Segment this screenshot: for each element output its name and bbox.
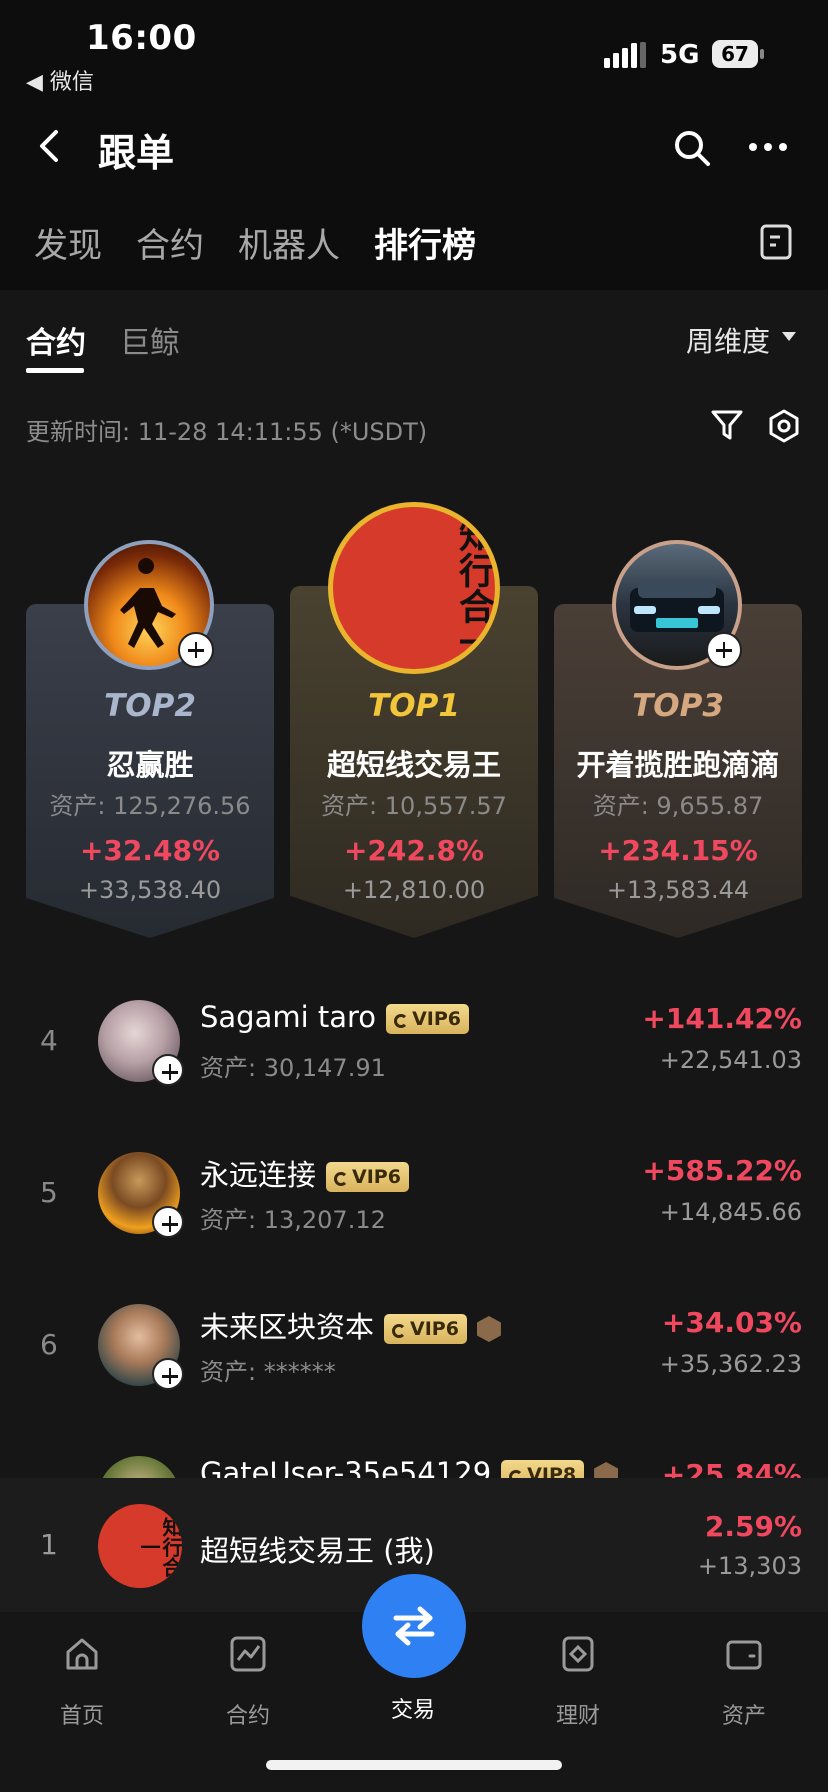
nav-assets[interactable]: 资产 <box>684 1634 804 1730</box>
list-item[interactable]: 5 永远连接 VIP6 资产: 13,207.12 +585.22% +14,84… <box>0 1132 828 1252</box>
podium-rank: TOP1 <box>368 688 460 724</box>
pnl-value: +22,541.03 <box>659 1046 802 1074</box>
home-icon <box>66 1638 98 1670</box>
wallet-icon <box>726 1640 762 1670</box>
podium-name: 开着揽胜跑滴滴 <box>576 748 780 782</box>
rank-number: 6 <box>40 1328 58 1361</box>
vip-level: VIP6 <box>412 1008 461 1030</box>
trader-name: 永远连接 VIP6 <box>200 1152 409 1194</box>
pnl-value: +14,845.66 <box>659 1198 802 1226</box>
my-avatar-calligraphy: 知行合一 <box>137 1517 182 1577</box>
follow-plus-icon[interactable] <box>706 632 742 668</box>
rank-number: 4 <box>40 1024 58 1057</box>
my-return-percent: 2.59% <box>704 1510 802 1543</box>
podium-rank: TOP2 <box>104 688 196 724</box>
tab-contract[interactable]: 合约 <box>136 218 204 267</box>
caret-down-icon[interactable] <box>782 332 796 341</box>
filter-icon[interactable] <box>710 408 744 442</box>
nav-contract[interactable]: 合约 <box>188 1634 308 1730</box>
tab-robot[interactable]: 机器人 <box>238 218 340 267</box>
follow-plus-icon[interactable] <box>178 632 214 668</box>
trader-assets: 资产: 13,207.12 <box>200 1206 386 1234</box>
medal-icon <box>476 1316 501 1342</box>
nav-label: 资产 <box>721 1704 766 1729</box>
top-tabs: 发现 合约 机器人 排行榜 <box>34 218 476 267</box>
vip-badge: VIP6 <box>386 1004 469 1034</box>
podium-assets: 资产: 9,655.87 <box>592 792 764 820</box>
podium-percent: +234.15% <box>598 834 758 867</box>
follow-plus-icon[interactable] <box>152 1206 184 1238</box>
update-time: 更新时间: 11-28 14:11:55 (*USDT) <box>26 418 428 446</box>
follow-plus-icon[interactable] <box>152 1358 184 1390</box>
trade-button[interactable] <box>362 1574 466 1678</box>
my-rank-number: 1 <box>40 1528 58 1561</box>
podium-pnl: +12,810.00 <box>342 876 486 904</box>
period-selector[interactable]: 周维度 <box>686 320 770 360</box>
trader-name: 未来区块资本 VIP6 <box>200 1304 501 1346</box>
list-item[interactable]: 6 未来区块资本 VIP6 资产: ****** +34.03% +35,362.… <box>0 1284 828 1404</box>
subtab-whale[interactable]: 巨鲸 <box>120 318 180 362</box>
status-time: 16:00 <box>86 18 197 58</box>
search-icon[interactable] <box>672 128 712 168</box>
podium-percent: +32.48% <box>79 834 221 867</box>
nav-home[interactable]: 首页 <box>22 1634 142 1730</box>
nav-label: 理财 <box>555 1704 600 1729</box>
trader-assets: 资产: 30,147.91 <box>200 1054 386 1082</box>
podium-rank: TOP3 <box>632 688 724 724</box>
nav-finance[interactable]: 理财 <box>518 1634 638 1730</box>
podium-assets: 资产: 125,276.56 <box>49 792 251 820</box>
podium-percent: +242.8% <box>343 834 485 867</box>
rank-number: 5 <box>40 1176 58 1209</box>
podium-name: 超短线交易王 <box>326 748 501 782</box>
return-percent: +585.22% <box>642 1154 802 1187</box>
podium-pnl: +33,538.40 <box>78 876 222 904</box>
trader-name-text: 永远连接 <box>200 1158 317 1192</box>
subtab-contract[interactable]: 合约 <box>26 318 86 362</box>
settings-icon[interactable] <box>766 408 802 444</box>
avatar-calligraphy: 知行合一 <box>453 516 495 660</box>
podium-assets: 资产: 10,557.57 <box>321 792 507 820</box>
page-title: 跟单 <box>98 131 175 175</box>
podium-name: 忍赢胜 <box>106 748 194 782</box>
subtab-underline <box>26 368 84 373</box>
signal-icon <box>604 42 646 68</box>
nav-label-trade[interactable]: 交易 <box>353 1692 473 1724</box>
trader-name-text: Sagami taro <box>200 1000 377 1034</box>
follow-plus-icon[interactable] <box>152 1054 184 1086</box>
trader-assets: 资产: ****** <box>200 1358 336 1386</box>
vip-level: VIP6 <box>410 1318 459 1340</box>
my-pnl-value: +13,303 <box>697 1552 802 1580</box>
list-item[interactable]: 4 Sagami taro VIP6 资产: 30,147.91 +141.42%… <box>0 980 828 1100</box>
network-indicator: 5G <box>660 40 700 70</box>
avatar-top1[interactable]: 知行合一 <box>328 502 500 674</box>
trader-name-text: 未来区块资本 <box>200 1310 375 1344</box>
chart-icon <box>230 1636 266 1672</box>
back-to-wechat-link[interactable]: ◀ 微信 <box>26 64 94 96</box>
more-icon[interactable] <box>748 140 788 154</box>
pnl-value: +35,362.23 <box>659 1350 802 1378</box>
vip-badge: VIP6 <box>384 1314 467 1344</box>
swap-icon <box>393 1606 435 1646</box>
return-percent: +141.42% <box>642 1002 802 1035</box>
vip-level: VIP6 <box>352 1166 401 1188</box>
my-name: 超短线交易王 (我) <box>200 1534 435 1568</box>
battery-icon: 67 <box>712 40 766 68</box>
tab-discover[interactable]: 发现 <box>34 218 102 267</box>
battery-level: 67 <box>712 40 758 68</box>
document-icon[interactable] <box>760 224 792 260</box>
podium-pnl: +13,583.44 <box>606 876 750 904</box>
nav-label: 合约 <box>225 1704 270 1729</box>
tab-leaderboard[interactable]: 排行榜 <box>374 218 476 267</box>
trader-name: Sagami taro VIP6 <box>200 1000 469 1034</box>
home-indicator[interactable] <box>266 1760 562 1770</box>
finance-icon <box>562 1636 594 1672</box>
my-avatar[interactable]: 知行合一 <box>98 1504 182 1588</box>
return-percent: +34.03% <box>661 1306 802 1339</box>
vip-badge: VIP6 <box>326 1162 409 1192</box>
nav-label: 首页 <box>59 1704 104 1729</box>
back-arrow-icon[interactable] <box>36 128 66 164</box>
